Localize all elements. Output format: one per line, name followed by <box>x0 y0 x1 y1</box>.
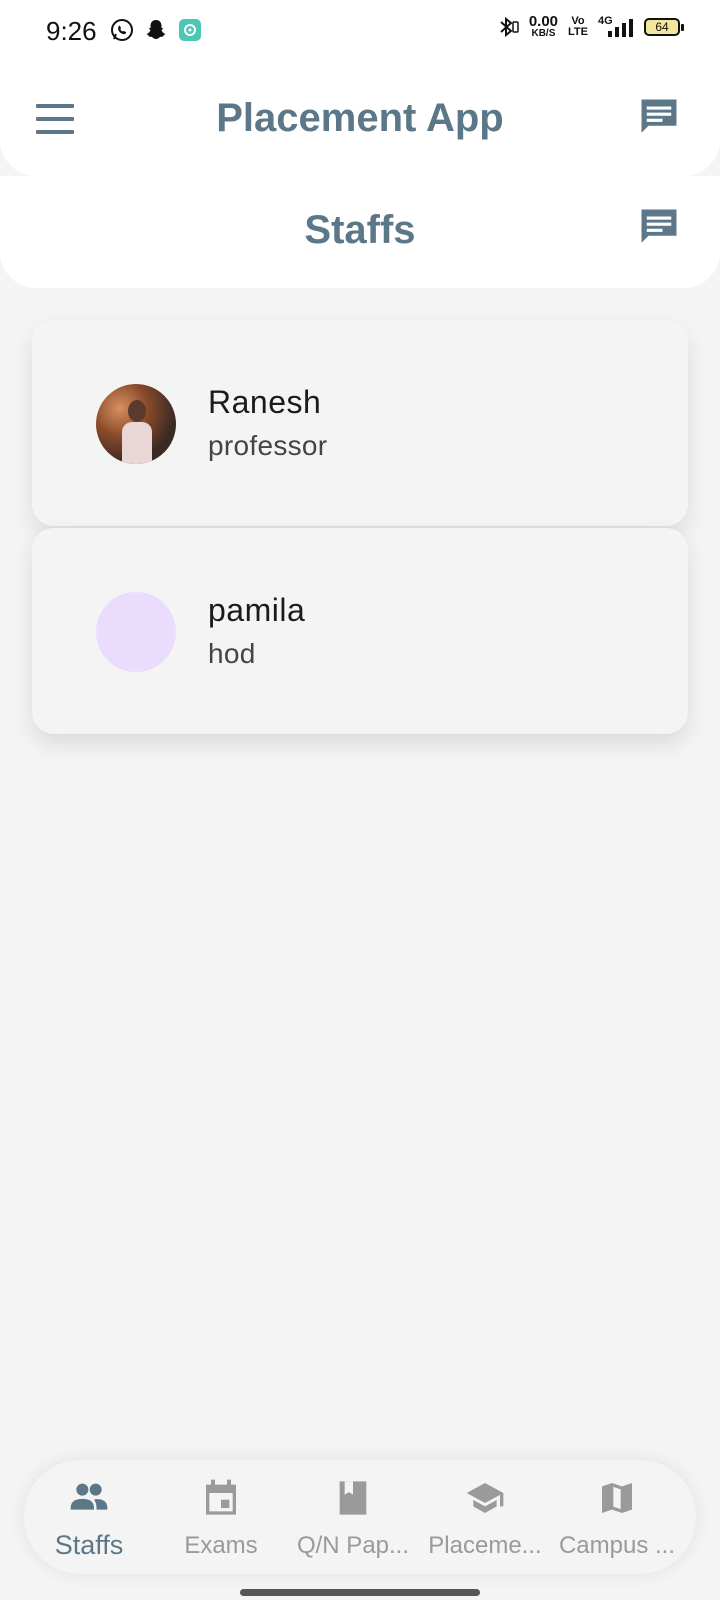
whatsapp-icon <box>111 19 133 41</box>
app-notification-icon <box>179 19 201 41</box>
nav-label: Campus ... <box>558 1532 676 1559</box>
status-right-cluster: 0.00 KB/S Vo LTE 4G 64 <box>495 14 684 39</box>
section-title: Staffs <box>304 208 416 252</box>
nav-label: Q/N Pap... <box>296 1532 410 1559</box>
chat-icon[interactable] <box>638 206 680 248</box>
battery-level: 64 <box>655 19 669 34</box>
calendar-icon <box>206 1479 236 1515</box>
net-speed-value: 0.00 <box>528 13 559 30</box>
graduation-cap-icon <box>466 1483 504 1513</box>
net-speed: 0.00 KB/S <box>529 14 558 39</box>
avatar-body <box>122 422 152 464</box>
battery-icon: 64 <box>644 17 684 36</box>
map-icon <box>602 1483 632 1513</box>
snapchat-icon <box>146 20 166 39</box>
app-bar: Placement App <box>0 64 720 176</box>
status-bar: 9:26 0.00 KB/S Vo LTE 4G 64 <box>0 0 720 64</box>
avatar-head <box>128 400 146 422</box>
nav-item-placements[interactable]: Placeme... <box>420 1460 550 1574</box>
staff-name: Ranesh <box>208 384 322 420</box>
nav-item-staffs[interactable]: Staffs <box>24 1460 154 1574</box>
nav-item-qn-papers[interactable]: Q/N Pap... <box>288 1460 418 1574</box>
volte-indicator: Vo LTE <box>568 14 588 38</box>
chat-icon[interactable] <box>638 96 680 138</box>
volte-bottom: LTE <box>568 25 588 38</box>
section-header: Staffs <box>0 176 720 288</box>
signal-icon <box>608 18 633 37</box>
signal-cluster: 4G <box>598 15 634 39</box>
nav-label: Placeme... <box>428 1532 542 1559</box>
bottom-navigation: Staffs Exams Q/N Pap... Placeme... Campu… <box>24 1460 696 1574</box>
staff-avatar-placeholder <box>96 592 176 672</box>
nav-label: Exams <box>184 1532 258 1559</box>
staff-card[interactable]: Ranesh professor <box>32 320 688 526</box>
nav-item-exams[interactable]: Exams <box>156 1460 286 1574</box>
nav-item-campus[interactable]: Campus ... <box>552 1460 682 1574</box>
people-icon <box>70 1483 108 1510</box>
bluetooth-icon <box>500 16 519 37</box>
nav-label: Staffs <box>54 1530 124 1560</box>
staff-avatar <box>96 384 176 464</box>
staff-card[interactable]: pamila hod <box>32 528 688 734</box>
net-speed-unit: KB/S <box>531 28 556 39</box>
volte-top: Vo <box>571 14 585 27</box>
staff-role: professor <box>208 430 328 461</box>
app-title: Placement App <box>216 96 504 140</box>
staff-name: pamila <box>208 592 306 628</box>
book-icon <box>339 1481 367 1515</box>
staff-role: hod <box>208 638 256 669</box>
status-time: 9:26 <box>46 16 97 46</box>
home-indicator[interactable] <box>240 1589 480 1596</box>
